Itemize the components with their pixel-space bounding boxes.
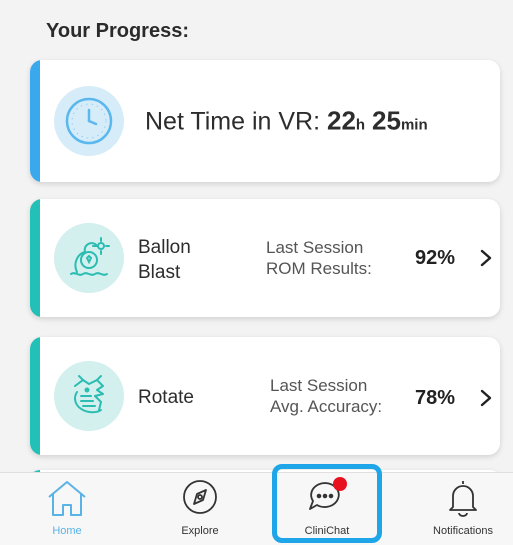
stat-label-line2: ROM Results: bbox=[266, 259, 372, 278]
net-time-hours: 22 bbox=[327, 105, 356, 136]
net-time-hours-unit: h bbox=[355, 116, 366, 134]
dragon-icon bbox=[54, 361, 124, 431]
game-card-ballon-blast[interactable]: Ballon Blast Last Session ROM Results: 9… bbox=[30, 199, 500, 317]
clock-icon bbox=[54, 86, 124, 156]
bell-icon bbox=[443, 477, 483, 517]
stat-value: 92% bbox=[415, 247, 456, 269]
stat-label-line1: Last Session bbox=[266, 238, 364, 257]
nav-home[interactable]: Home bbox=[12, 473, 122, 545]
balloon-icon bbox=[54, 223, 124, 293]
game-card-rotate[interactable]: Rotate Last Session Avg. Accuracy: 78% bbox=[30, 337, 500, 455]
nav-explore-label: Explore bbox=[181, 525, 219, 537]
chevron-right-icon[interactable] bbox=[475, 387, 497, 409]
net-time-minutes-unit: min bbox=[400, 116, 428, 134]
stat-label: Last Session Avg. Accuracy: bbox=[270, 375, 382, 417]
game-name: Rotate bbox=[138, 387, 194, 408]
stat-value: 78% bbox=[415, 387, 456, 409]
stat-label: Last Session ROM Results: bbox=[266, 237, 372, 279]
net-time-card: Net Time in VR: 22h 25min bbox=[30, 60, 500, 182]
game-name: Ballon Blast bbox=[138, 235, 191, 285]
stat-label-line2: Avg. Accuracy: bbox=[270, 397, 383, 416]
chevron-right-icon[interactable] bbox=[475, 247, 497, 269]
game-name-line1: Ballon bbox=[138, 237, 191, 258]
net-time-minutes: 25 bbox=[372, 105, 401, 136]
clinichat-highlight bbox=[272, 464, 382, 543]
game-name-line2: Blast bbox=[138, 262, 181, 283]
nav-notifications[interactable]: Notifications bbox=[408, 473, 513, 545]
stat-label-line1: Last Session bbox=[270, 376, 368, 395]
nav-explore[interactable]: Explore bbox=[145, 473, 255, 545]
bottom-nav: Home Explore CliniChat Notifications bbox=[0, 472, 513, 545]
compass-icon bbox=[180, 477, 220, 517]
net-time-label: Net Time in VR: bbox=[145, 107, 327, 136]
section-title: Your Progress: bbox=[46, 20, 189, 42]
net-time-text: Net Time in VR: 22h 25min bbox=[145, 106, 428, 137]
nav-home-label: Home bbox=[52, 525, 82, 537]
home-icon bbox=[45, 477, 89, 517]
nav-notifications-label: Notifications bbox=[433, 525, 493, 537]
